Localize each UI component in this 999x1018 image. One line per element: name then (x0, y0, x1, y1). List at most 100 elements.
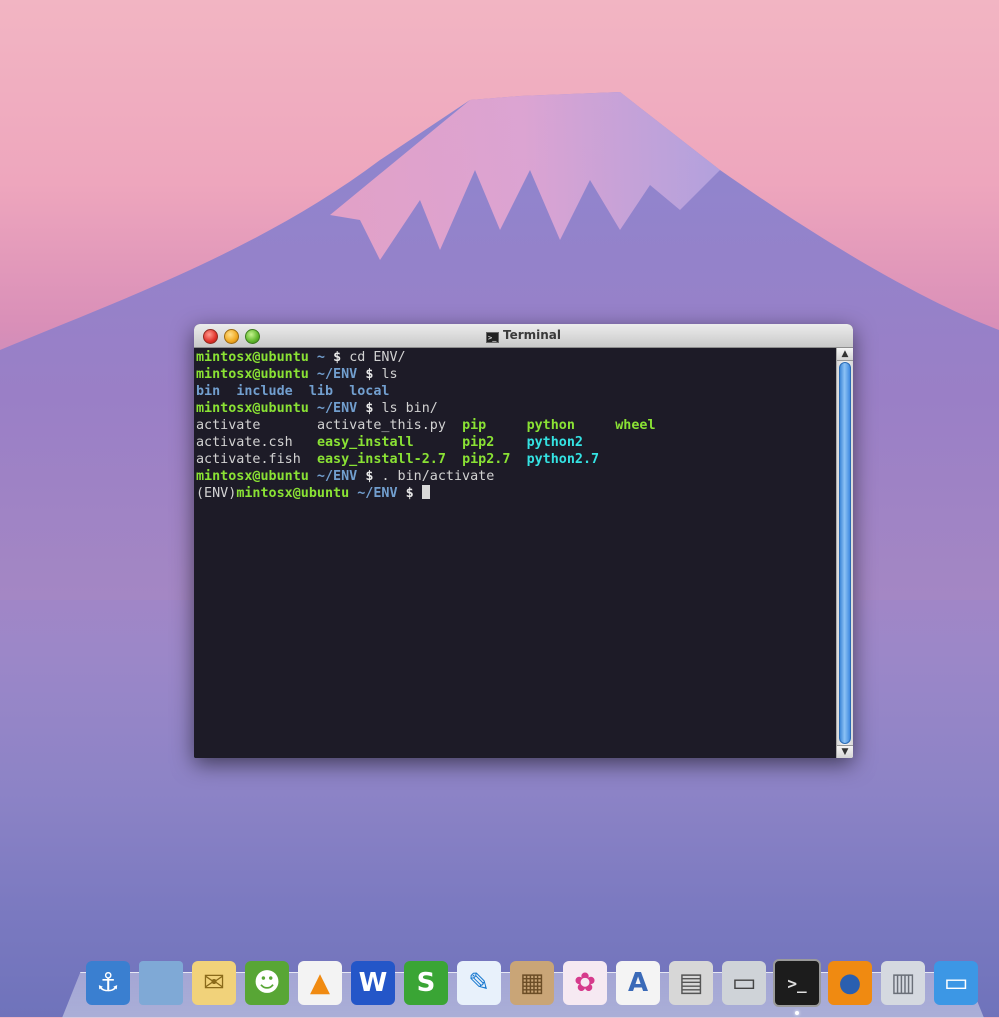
dock-item-pidgin[interactable]: ☻ (243, 959, 291, 1007)
terminal-text: include (236, 384, 293, 399)
package-icon: ▦ (510, 961, 554, 1005)
terminal-text: mintosx@ubuntu (196, 350, 309, 365)
terminal-line: (ENV)mintosx@ubuntu ~/ENV $ (196, 485, 835, 502)
dock: ⚓ ✉ ☻ ▲ W S ✎ ▦ ✿ A ▤ ▭ >_ ● ▥ ▭ (84, 957, 980, 1015)
flower-icon: ✿ (563, 961, 607, 1005)
dock-item-wps-spreadsheet[interactable]: S (402, 959, 450, 1007)
terminal-text: ~/ENV (349, 486, 406, 501)
dock-item-mail[interactable]: ✉ (190, 959, 238, 1007)
terminal-text: activate_this.py (316, 418, 463, 433)
terminal-text: $ (365, 469, 382, 484)
terminal-line: mintosx@ubuntu ~ $ cd ENV/ (196, 349, 835, 366)
desktop-icon: ▭ (934, 961, 978, 1005)
dock-item-flower[interactable]: ✿ (561, 959, 609, 1007)
terminal-text: ~/ENV (308, 469, 366, 484)
terminal-text: ls bin/ (381, 401, 438, 416)
terminal-text: python2.7 (526, 452, 600, 467)
window-title: >_ Terminal (194, 328, 853, 343)
terminal-text: easy_install (316, 435, 414, 450)
terminal-line: activate.csh easy_install pip2 python2 (196, 434, 835, 451)
terminal-text: ~ (308, 350, 334, 365)
terminal-text: activate (196, 418, 317, 433)
terminal-text: $ (333, 350, 350, 365)
terminal-line: mintosx@ubuntu ~/ENV $ . bin/activate (196, 468, 835, 485)
terminal-icon: >_ (773, 959, 821, 1007)
terminal-text: mintosx@ubuntu (236, 486, 350, 501)
document-viewer-icon: A (616, 961, 660, 1005)
dock-item-document-viewer[interactable]: A (614, 959, 662, 1007)
terminal-text: python2 (526, 435, 583, 450)
firefox-icon: ● (828, 961, 872, 1005)
feather-icon: ✎ (457, 961, 501, 1005)
terminal-line: mintosx@ubuntu ~/ENV $ ls bin/ (196, 400, 835, 417)
wps-writer-icon: W (351, 961, 395, 1005)
terminal-text: pip (462, 418, 487, 433)
terminal-text: local (349, 384, 390, 399)
terminal-text: mintosx@ubuntu (196, 401, 309, 416)
trash-icon: ▥ (881, 961, 925, 1005)
terminal-text: activate.csh (196, 435, 317, 450)
dock-item-desktop[interactable]: ▭ (932, 959, 980, 1007)
scanner-icon: ▭ (722, 961, 766, 1005)
scroll-up-arrow-icon[interactable]: ▲ (837, 348, 853, 361)
terminal-text: activate.fish (196, 452, 317, 467)
dock-item-package[interactable]: ▦ (508, 959, 556, 1007)
terminal-line: activate.fish easy_install-2.7 pip2.7 py… (196, 451, 835, 468)
terminal-text: ~/ENV (308, 367, 366, 382)
terminal-text: python (526, 418, 575, 433)
dock-item-terminal[interactable]: >_ (773, 959, 821, 1015)
dock-item-wps-writer[interactable]: W (349, 959, 397, 1007)
folder-icon (139, 961, 183, 1005)
window-titlebar[interactable]: >_ Terminal (194, 324, 853, 348)
terminal-text: (ENV) (196, 486, 237, 501)
running-indicator (795, 1011, 799, 1015)
vertical-scrollbar[interactable]: ▲ ▼ (836, 348, 853, 758)
anchor-icon: ⚓ (86, 961, 130, 1005)
dock-item-firefox[interactable]: ● (826, 959, 874, 1007)
terminal-text: . bin/activate (381, 469, 495, 484)
terminal-text: mintosx@ubuntu (196, 367, 309, 382)
terminal-line: activate activate_this.py pip python whe… (196, 417, 835, 434)
terminal-text: ~/ENV (308, 401, 366, 416)
terminal-text: cd ENV/ (349, 350, 406, 365)
terminal-text: $ (365, 401, 382, 416)
terminal-text: lib (308, 384, 334, 399)
dock-item-trash[interactable]: ▥ (879, 959, 927, 1007)
terminal-cursor (421, 485, 430, 499)
dock-item-feather[interactable]: ✎ (455, 959, 503, 1007)
terminal-text: easy_install-2.7 (316, 452, 446, 467)
pidgin-icon: ☻ (245, 961, 289, 1005)
terminal-text: $ (365, 367, 382, 382)
terminal-line: bin include lib local (196, 383, 835, 400)
mail-icon: ✉ (192, 961, 236, 1005)
scroll-down-arrow-icon[interactable]: ▼ (837, 745, 853, 758)
terminal-text: mintosx@ubuntu (196, 469, 309, 484)
dock-item-vlc[interactable]: ▲ (296, 959, 344, 1007)
calculator-icon: ▤ (669, 961, 713, 1005)
terminal-text: pip2.7 (462, 452, 511, 467)
terminal-window: >_ Terminal mintosx@ubuntu ~ $ cd ENV/min… (194, 324, 853, 758)
terminal-line: mintosx@ubuntu ~/ENV $ ls (196, 366, 835, 383)
vlc-icon: ▲ (298, 961, 342, 1005)
window-title-text: Terminal (502, 328, 562, 342)
terminal-text: bin (196, 384, 221, 399)
terminal-text: ls (381, 367, 398, 382)
terminal-text: wheel (615, 418, 656, 433)
dock-item-calculator[interactable]: ▤ (667, 959, 715, 1007)
terminal-text: $ (405, 486, 422, 501)
terminal-output[interactable]: mintosx@ubuntu ~ $ cd ENV/mintosx@ubuntu… (194, 348, 837, 758)
dock-item-folder[interactable] (137, 959, 185, 1007)
dock-item-anchor[interactable]: ⚓ (84, 959, 132, 1007)
wps-spreadsheet-icon: S (404, 961, 448, 1005)
terminal-text: pip2 (462, 435, 495, 450)
dock-item-scanner[interactable]: ▭ (720, 959, 768, 1007)
scrollbar-thumb[interactable] (839, 362, 851, 744)
